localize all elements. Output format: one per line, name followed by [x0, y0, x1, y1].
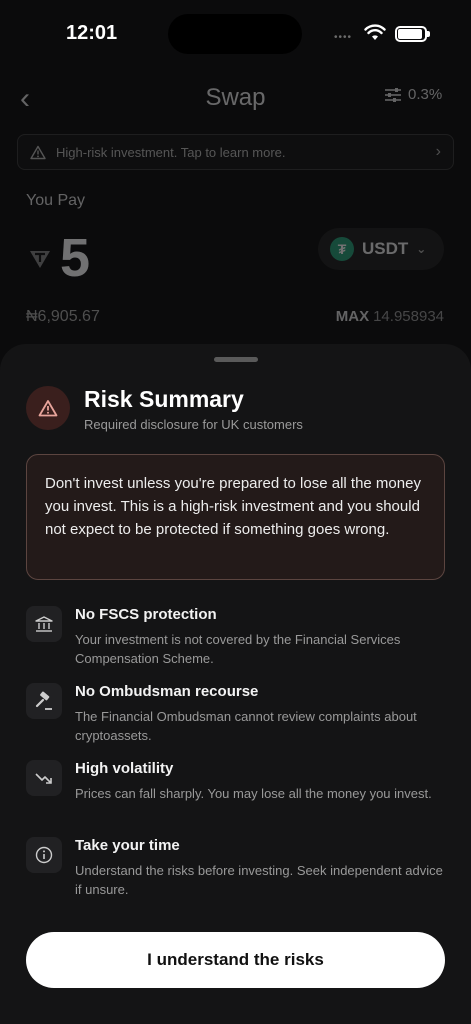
slippage-settings-button[interactable]: 0.3%	[384, 86, 442, 103]
risk-item-desc: The Financial Ombudsman cannot review co…	[75, 709, 417, 743]
wifi-icon	[364, 24, 386, 40]
tether-outline-icon	[30, 251, 50, 268]
max-label: MAX	[335, 308, 370, 325]
bank-icon	[26, 606, 62, 642]
status-time: 12:01	[66, 22, 118, 44]
token-selector[interactable]: ₮ USDT ⌄	[318, 228, 444, 270]
warning-icon	[30, 145, 46, 159]
banner-text: High-risk investment. Tap to learn more.	[56, 144, 286, 160]
sheet-drag-handle[interactable]	[214, 357, 258, 362]
info-icon	[26, 837, 62, 873]
risk-disclosure-box: Don't invest unless you're prepared to l…	[26, 454, 445, 580]
you-pay-label: You Pay	[26, 192, 86, 209]
trend-down-icon	[26, 760, 62, 796]
pay-amount: 5	[60, 228, 91, 288]
max-button[interactable]: MAX 14.958934	[336, 308, 444, 325]
risk-item-title: No FSCS protection	[75, 606, 217, 623]
understand-risks-button[interactable]: I understand the risks	[26, 932, 445, 988]
token-symbol: USDT	[362, 239, 409, 258]
gavel-icon	[26, 683, 62, 719]
signal-icon: ••••	[334, 32, 353, 43]
sheet-title: Risk Summary	[84, 386, 244, 412]
sheet-subtitle: Required disclosure for UK customers	[84, 417, 303, 432]
risk-summary-sheet: Risk Summary Required disclosure for UK …	[0, 344, 471, 1024]
warning-triangle-icon	[38, 400, 58, 417]
max-balance: 14.958934	[373, 308, 444, 325]
status-bar: 12:01 ••••	[0, 0, 471, 70]
risk-item-title: Take your time	[75, 837, 180, 854]
risk-badge	[26, 386, 70, 430]
dynamic-island	[168, 14, 302, 54]
sliders-icon	[385, 87, 401, 102]
risk-item-desc: Your investment is not covered by the Fi…	[75, 632, 401, 666]
usdt-logo-icon: ₮	[330, 237, 354, 261]
risk-item-title: High volatility	[75, 760, 174, 777]
slippage-value: 0.3%	[408, 86, 443, 103]
fiat-value: ₦6,905.67	[26, 308, 100, 325]
pay-amount-row[interactable]: 5	[26, 228, 90, 288]
risk-item-desc: Prices can fall sharply. You may lose al…	[75, 786, 432, 801]
risk-item-title: No Ombudsman recourse	[75, 683, 259, 700]
chevron-down-icon: ⌄	[416, 242, 427, 256]
chevron-right-icon: ›	[435, 143, 441, 160]
battery-icon	[395, 26, 430, 42]
high-risk-banner[interactable]: High-risk investment. Tap to learn more.…	[17, 134, 454, 170]
risk-item-desc: Understand the risks before investing. S…	[75, 863, 443, 897]
